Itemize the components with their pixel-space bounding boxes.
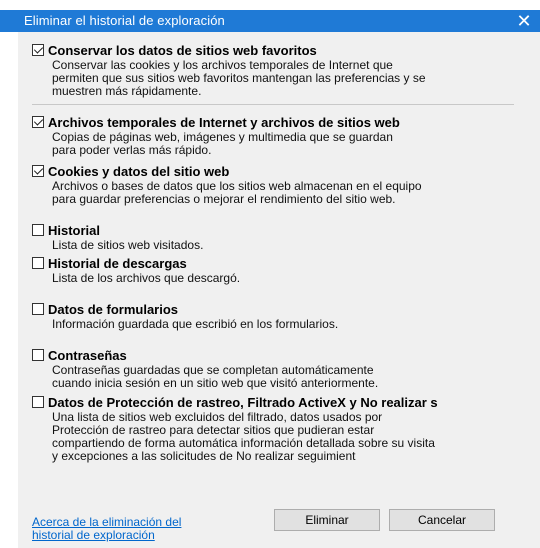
- cancel-button[interactable]: Cancelar: [389, 509, 495, 531]
- option-title: Datos de formularios: [48, 301, 179, 317]
- dialog-body: Conservar los datos de sitios web favori…: [18, 32, 540, 548]
- option-description: Archivos o bases de datos que los sitios…: [52, 179, 422, 206]
- option-description: Lista de sitios web visitados.: [52, 238, 204, 252]
- background-strip: [0, 0, 540, 10]
- dialog-title: Eliminar el historial de exploración: [24, 13, 225, 28]
- option-cookies: Cookies y datos del sitio web Archivos o…: [32, 163, 540, 206]
- checkbox-temp-files[interactable]: [32, 116, 44, 128]
- option-temp-files: Archivos temporales de Internet y archiv…: [32, 114, 540, 157]
- option-title: Historial: [48, 222, 101, 238]
- close-icon[interactable]: ✕: [512, 10, 536, 32]
- checkbox-tracking-protection[interactable]: [32, 396, 44, 408]
- title-bar: Eliminar el historial de exploración ✕: [0, 10, 540, 32]
- checkbox-cookies[interactable]: [32, 165, 44, 177]
- option-title: Historial de descargas: [48, 255, 187, 271]
- option-history: Historial Lista de sitios web visitados.: [32, 222, 540, 252]
- option-description: Una lista de sitios web excluidos del fi…: [52, 410, 435, 463]
- option-title: Contraseñas: [48, 347, 127, 363]
- option-description: Lista de los archivos que descargó.: [52, 271, 241, 285]
- checkbox-download-history[interactable]: [32, 257, 44, 269]
- option-title: Conservar los datos de sitios web favori…: [48, 42, 317, 58]
- option-download-history: Historial de descargas Lista de los arch…: [32, 255, 540, 285]
- option-passwords: Contraseñas Contraseñas guardadas que se…: [32, 347, 540, 390]
- option-title: Cookies y datos del sitio web: [48, 163, 230, 179]
- option-title: Datos de Protección de rastreo, Filtrado…: [48, 394, 438, 410]
- option-description: Contraseñas guardadas que se completan a…: [52, 363, 379, 390]
- delete-button[interactable]: Eliminar: [274, 509, 380, 531]
- checkbox-form-data[interactable]: [32, 303, 44, 315]
- about-deletion-link[interactable]: Acerca de la eliminación del historial d…: [32, 516, 181, 542]
- option-tracking-protection: Datos de Protección de rastreo, Filtrado…: [32, 394, 540, 463]
- option-description: Copias de páginas web, imágenes y multim…: [52, 130, 393, 157]
- option-description: Información guardada que escribió en los…: [52, 317, 339, 331]
- checkbox-passwords[interactable]: [32, 349, 44, 361]
- checkbox-history[interactable]: [32, 224, 44, 236]
- divider: [32, 104, 514, 105]
- option-form-data: Datos de formularios Información guardad…: [32, 301, 540, 331]
- option-title: Archivos temporales de Internet y archiv…: [48, 114, 400, 130]
- checkbox-favorites[interactable]: [32, 44, 44, 56]
- option-description: Conservar las cookies y los archivos tem…: [52, 58, 426, 98]
- option-favorites: Conservar los datos de sitios web favori…: [32, 42, 540, 98]
